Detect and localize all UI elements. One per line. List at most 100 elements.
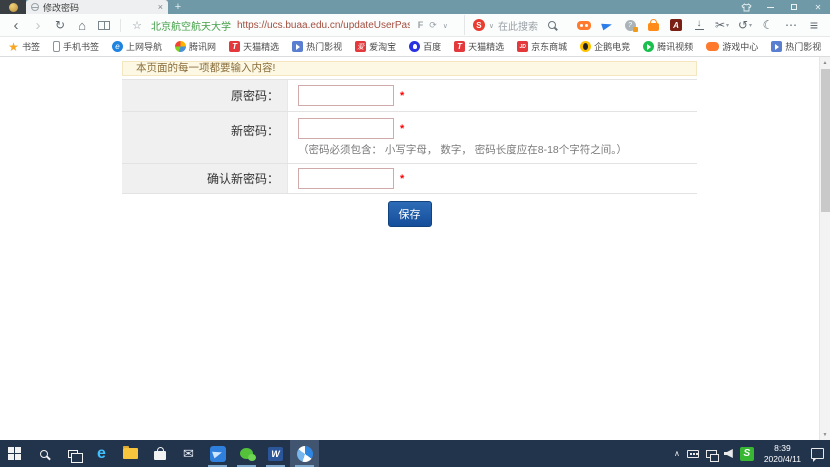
wechat-icon[interactable]: [232, 440, 261, 467]
shopping-icon[interactable]: [643, 15, 663, 35]
scrollbar-thumb[interactable]: [821, 69, 830, 212]
bookmark-item[interactable]: 上网导航: [112, 40, 162, 53]
edge-icon[interactable]: [87, 440, 116, 467]
tray-time: 8:39: [774, 443, 791, 454]
account-security-icon[interactable]: [620, 15, 640, 35]
sogou-browser-icon[interactable]: [290, 440, 319, 467]
minimize-button[interactable]: [758, 0, 782, 14]
password-form-table: 原密码： * 新密码： * （密码必须包含： 小写字母， 数字， 密码长度应在8…: [122, 79, 697, 194]
url-dropdown-icon[interactable]: [443, 20, 448, 30]
start-button[interactable]: [0, 440, 29, 467]
sogou-logo-icon[interactable]: [473, 19, 485, 31]
night-mode-icon[interactable]: [758, 15, 778, 35]
skin-icon[interactable]: [734, 0, 758, 14]
bookmark-icon: [517, 41, 528, 52]
pdf-plugin-icon[interactable]: [666, 15, 686, 35]
scrollbar[interactable]: [819, 57, 830, 440]
touch-keyboard-icon[interactable]: [687, 450, 699, 458]
bookmark-item[interactable]: 热门影视: [771, 40, 821, 53]
file-explorer-icon[interactable]: [116, 440, 145, 467]
thunder-app-icon[interactable]: [203, 440, 232, 467]
bookmark-label: 京东商城: [531, 40, 567, 53]
favorite-star-icon[interactable]: [127, 15, 147, 35]
bookmark-label: 腾讯网: [189, 40, 216, 53]
bookmark-item[interactable]: 腾讯网: [175, 40, 216, 53]
screenshot-icon[interactable]: [712, 15, 732, 35]
task-view-icon[interactable]: [58, 440, 87, 467]
engine-dropdown-icon[interactable]: [489, 20, 494, 30]
scroll-down-icon[interactable]: [820, 429, 830, 440]
flash-icon[interactable]: [418, 20, 424, 30]
refresh-button[interactable]: [50, 15, 70, 35]
store-icon[interactable]: [145, 440, 174, 467]
required-mark: *: [400, 90, 404, 102]
translate-refresh-icon[interactable]: [429, 20, 437, 31]
volume-icon[interactable]: [724, 449, 733, 458]
bookmark-item[interactable]: 京东商城: [517, 40, 567, 53]
titlebar-spacer: [188, 0, 734, 14]
bookmark-item[interactable]: 热门影视: [292, 40, 342, 53]
bookmark-label: 书签: [22, 40, 40, 53]
action-center-icon[interactable]: [811, 448, 824, 459]
word-icon[interactable]: [261, 440, 290, 467]
profile-avatar[interactable]: [0, 0, 26, 14]
close-button[interactable]: [806, 0, 830, 14]
bookmark-item[interactable]: 百度: [409, 40, 441, 53]
bookmark-item[interactable]: 游戏中心: [706, 40, 758, 53]
taskbar-search-icon[interactable]: [29, 440, 58, 467]
bookmark-icon: [454, 41, 465, 52]
globe-icon: [31, 3, 39, 11]
address-extra-icons: [418, 20, 448, 31]
tab-title: 修改密码: [43, 1, 154, 14]
bookmark-item[interactable]: 书签: [8, 40, 40, 53]
home-button[interactable]: [72, 15, 92, 35]
game-center-icon[interactable]: [574, 15, 594, 35]
search-box[interactable]: 在此搜索: [464, 15, 562, 35]
share-bird-icon[interactable]: [597, 15, 617, 35]
menu-icon[interactable]: [804, 15, 824, 35]
new-password-input[interactable]: [298, 118, 394, 139]
bookmark-item[interactable]: 企鹅电竞: [580, 40, 630, 53]
tab-close-icon[interactable]: [158, 3, 163, 12]
tab-change-password[interactable]: 修改密码: [26, 0, 168, 14]
bookmark-item[interactable]: 爱淘宝: [355, 40, 396, 53]
download-icon[interactable]: [689, 15, 709, 35]
scroll-up-icon[interactable]: [820, 57, 830, 68]
bookmark-item[interactable]: 天猫精选: [454, 40, 504, 53]
confirm-password-label: 确认新密码：: [122, 164, 288, 193]
required-mark: *: [400, 173, 404, 185]
new-password-row: 新密码： * （密码必须包含： 小写字母， 数字， 密码长度应在8-18个字符之…: [122, 112, 697, 164]
sogou-ime-icon[interactable]: [740, 447, 754, 461]
maximize-button[interactable]: [782, 0, 806, 14]
save-button[interactable]: 保存: [388, 201, 432, 227]
restore-tab-icon[interactable]: [735, 15, 755, 35]
bookmark-label: 手机书签: [63, 40, 99, 53]
network-icon[interactable]: [706, 450, 717, 458]
bookmark-item[interactable]: 手机书签: [53, 40, 99, 53]
hidden-icons-chevron[interactable]: [674, 449, 680, 458]
system-tray: 8:39 2020/4/11: [674, 440, 830, 467]
bookmark-label: 爱淘宝: [369, 40, 396, 53]
search-icon[interactable]: [542, 15, 562, 35]
confirm-password-input[interactable]: [298, 168, 394, 189]
clock[interactable]: 8:39 2020/4/11: [761, 443, 804, 465]
site-verified-name: 北京航空航天大学: [151, 18, 231, 33]
old-password-input[interactable]: [298, 85, 394, 106]
bookmark-icon: [580, 41, 591, 52]
new-tab-button[interactable]: [168, 0, 188, 14]
mail-icon[interactable]: [174, 440, 203, 467]
reading-mode-icon[interactable]: [94, 15, 114, 35]
bookmark-item[interactable]: 腾讯视频: [643, 40, 693, 53]
forward-button[interactable]: [28, 15, 48, 35]
more-tools-icon[interactable]: [781, 15, 801, 35]
bookmark-label: 腾讯视频: [657, 40, 693, 53]
window-controls: [734, 0, 830, 14]
bookmark-label: 游戏中心: [722, 40, 758, 53]
bookmark-item[interactable]: 天猫精选: [229, 40, 279, 53]
bookmark-icon: [643, 41, 654, 52]
search-placeholder[interactable]: 在此搜索: [498, 18, 538, 33]
browser-window: 修改密码 北京航空航天大学 https://ucs.buaa.edu.cn/up…: [0, 0, 830, 467]
address-url[interactable]: https://ucs.buaa.edu.cn/updateUserPasswo…: [237, 20, 410, 31]
back-button[interactable]: [6, 15, 26, 35]
page-viewport: 本页面的每一项都要输入内容! 原密码： * 新密码： *: [0, 57, 830, 440]
